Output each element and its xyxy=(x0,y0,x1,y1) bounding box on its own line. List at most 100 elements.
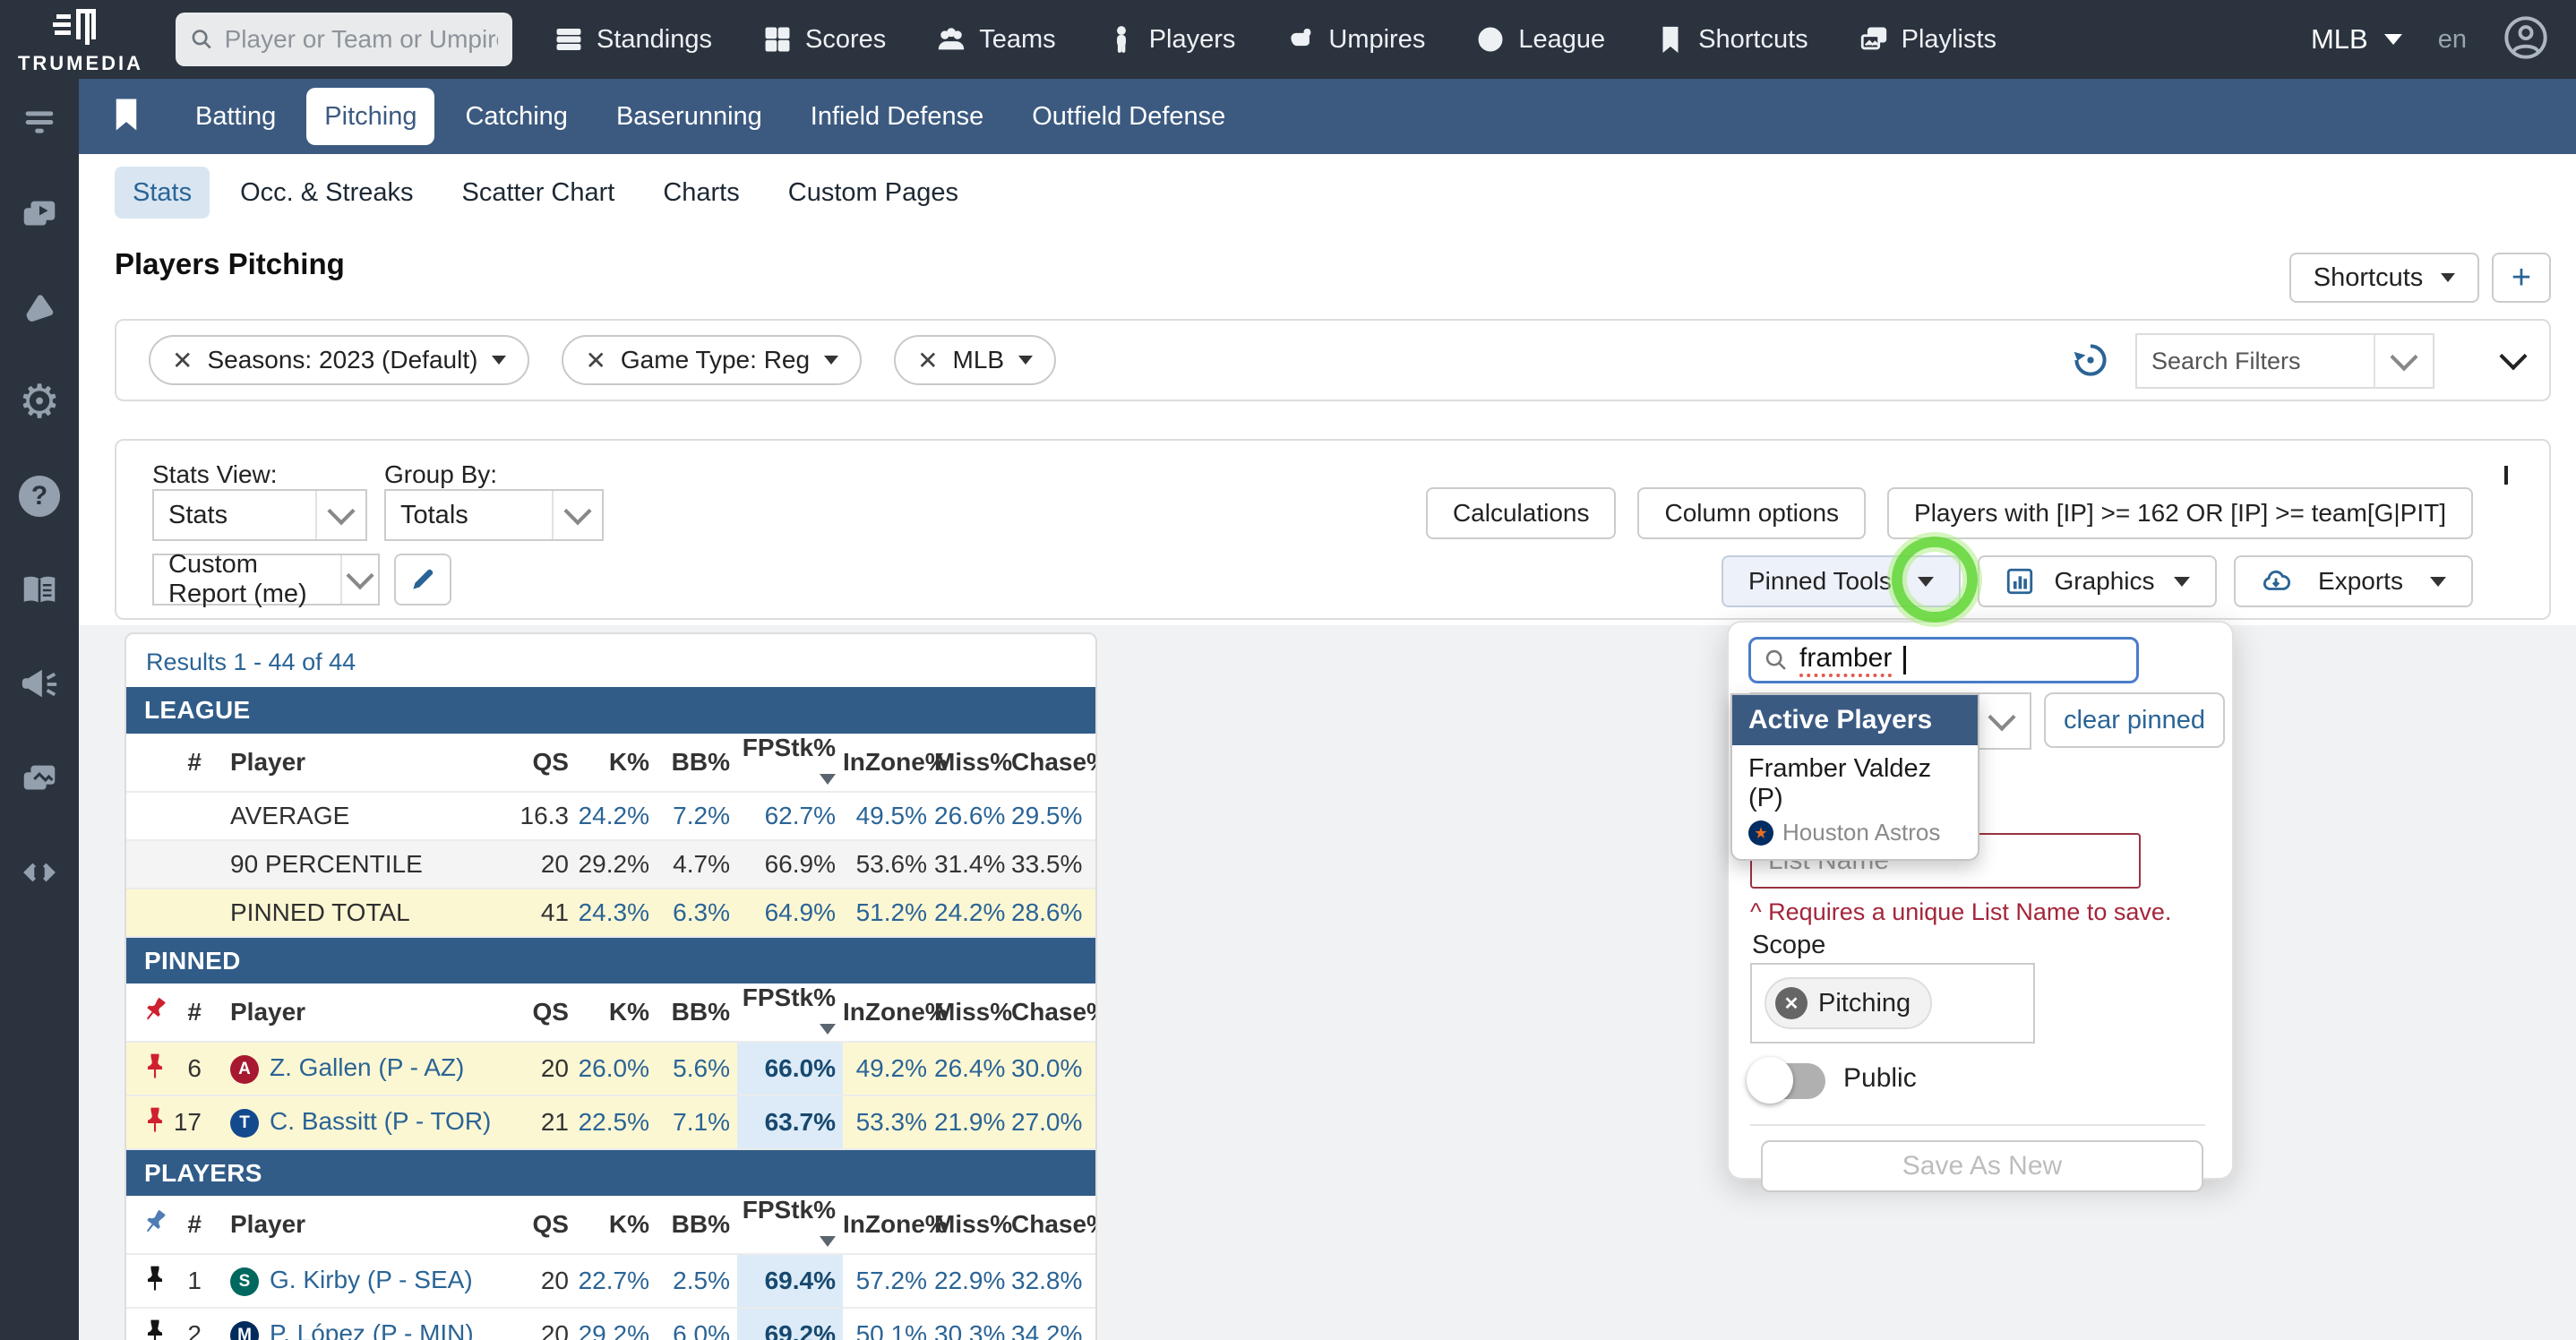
settings-gear-icon[interactable]: ⚙ xyxy=(18,381,61,424)
video-playlists-icon[interactable] xyxy=(18,193,61,236)
column-header-player[interactable]: Player xyxy=(209,734,495,792)
filter-chip-game-type[interactable]: ✕ Game Type: Reg xyxy=(562,335,862,385)
pushpin-icon xyxy=(141,1052,169,1080)
unpin-button[interactable] xyxy=(126,1095,167,1149)
column-header-chase[interactable]: Chase% xyxy=(1011,734,1097,792)
shortcuts-dropdown[interactable]: Shortcuts xyxy=(2289,253,2479,303)
pin-button[interactable] xyxy=(126,1254,167,1308)
global-search[interactable] xyxy=(176,13,512,66)
player-cell: MP. López (P - MIN) xyxy=(209,1308,495,1340)
column-header-fpstk[interactable]: FPStk% xyxy=(737,734,843,792)
player-link[interactable]: Z. Gallen (P - AZ) xyxy=(270,1053,464,1081)
column-header-row: # Player QS K% BB% FPStk% InZone% Miss% … xyxy=(126,1196,1097,1254)
column-header-rank[interactable]: # xyxy=(167,734,209,792)
chevron-down-icon xyxy=(2174,577,2190,587)
stats-table: LEAGUE # Player QS K% BB% FPStk% InZone%… xyxy=(126,687,1097,1340)
group-by-select[interactable]: Totals xyxy=(384,489,604,541)
account-menu[interactable] xyxy=(2503,14,2549,65)
table-row-bassitt: 17 TC. Bassitt (P - TOR) 21 22.5% 7.1% 6… xyxy=(126,1095,1097,1149)
chevron-down-icon xyxy=(492,356,506,365)
column-header-qs[interactable]: QS xyxy=(495,734,576,792)
tab-batting[interactable]: Batting xyxy=(177,88,294,145)
tab-baserunning[interactable]: Baserunning xyxy=(598,88,780,145)
team-logo: A xyxy=(230,1055,259,1084)
announcements-megaphone-icon[interactable] xyxy=(18,663,61,706)
page-title: Players Pitching xyxy=(115,247,345,281)
collapse-filters-button[interactable] xyxy=(2495,342,2531,378)
filter-chip-label: Game Type: Reg xyxy=(621,346,810,374)
language-selector[interactable]: en xyxy=(2438,25,2467,55)
remove-filter-icon[interactable]: ✕ xyxy=(172,346,193,375)
remove-filter-icon[interactable]: ✕ xyxy=(917,346,938,375)
trumedia-logo[interactable]: TRUMEDIA xyxy=(0,4,161,75)
filter-history-icon[interactable] xyxy=(2071,340,2110,380)
column-header-bb[interactable]: BB% xyxy=(657,734,737,792)
team-logo: T xyxy=(230,1109,259,1138)
tab-custom-pages[interactable]: Custom Pages xyxy=(770,167,976,219)
search-filters-input[interactable] xyxy=(2137,348,2374,375)
field-icon[interactable] xyxy=(18,287,61,330)
graphics-dropdown[interactable]: Graphics xyxy=(1978,555,2217,607)
media-gallery-icon[interactable] xyxy=(18,757,61,800)
tab-infield-defense[interactable]: Infield Defense xyxy=(793,88,1001,145)
column-header-miss[interactable]: Miss% xyxy=(934,734,1011,792)
collapse-controls-button[interactable] xyxy=(2504,466,2508,482)
nav-playlists[interactable]: Playlists xyxy=(1859,24,1996,55)
player-link[interactable]: P. López (P - MIN) xyxy=(270,1319,474,1340)
pin-button[interactable] xyxy=(126,1308,167,1340)
suggestion-framber-valdez[interactable]: Framber Valdez (P) ★ Houston Astros xyxy=(1732,745,1978,859)
filter-chip-league[interactable]: ✕ MLB xyxy=(894,335,1056,385)
stats-view-select[interactable]: Stats xyxy=(152,489,367,541)
player-cell: T C. Bassitt (P - TOR) xyxy=(209,1095,495,1149)
column-options-button[interactable]: Column options xyxy=(1637,487,1866,539)
glossary-book-icon[interactable] xyxy=(18,569,61,612)
column-header-inzone[interactable]: InZone% xyxy=(843,734,934,792)
calculations-button[interactable]: Calculations xyxy=(1426,487,1617,539)
pinned-tools-dropdown[interactable]: Pinned Tools xyxy=(1722,555,1961,607)
edit-report-button[interactable] xyxy=(394,554,451,606)
column-header-k[interactable]: K% xyxy=(576,734,657,792)
search-filters-dropdown[interactable] xyxy=(2374,335,2433,387)
filters-icon[interactable] xyxy=(18,99,61,142)
filter-expression-button[interactable]: Players with [IP] >= 162 OR [IP] >= team… xyxy=(1887,487,2473,539)
add-shortcut-button[interactable]: + xyxy=(2492,253,2551,303)
filter-chip-seasons[interactable]: ✕ Seasons: 2023 (Default) xyxy=(149,335,529,385)
player-link[interactable]: C. Bassitt (P - TOR) xyxy=(270,1107,491,1135)
exports-dropdown[interactable]: Exports xyxy=(2234,555,2473,607)
global-search-input[interactable] xyxy=(225,25,498,54)
save-as-new-button[interactable]: Save As New xyxy=(1761,1140,2203,1192)
tab-catching[interactable]: Catching xyxy=(447,88,585,145)
public-toggle[interactable] xyxy=(1750,1063,1825,1099)
tab-charts[interactable]: Charts xyxy=(645,167,757,219)
bookmark-page-icon[interactable] xyxy=(113,97,140,137)
nav-umpires[interactable]: Umpires xyxy=(1285,24,1425,55)
report-select[interactable]: Custom Report (me) xyxy=(152,554,380,606)
tab-scatter-chart[interactable]: Scatter Chart xyxy=(443,167,632,219)
remove-scope-icon[interactable]: ✕ xyxy=(1775,987,1807,1019)
popup-player-search[interactable]: framber xyxy=(1748,637,2139,683)
league-selector[interactable]: MLB xyxy=(2311,23,2402,56)
tab-occ-streaks[interactable]: Occ. & Streaks xyxy=(222,167,431,219)
pushpin-icon xyxy=(135,989,176,1029)
help-icon[interactable]: ? xyxy=(18,475,61,518)
remove-filter-icon[interactable]: ✕ xyxy=(585,346,605,375)
clear-pinned-button[interactable]: clear pinned xyxy=(2044,692,2225,748)
pin-column-header[interactable] xyxy=(126,984,167,1042)
nav-teams[interactable]: Teams xyxy=(936,24,1055,55)
nav-shortcuts[interactable]: Shortcuts xyxy=(1655,24,1808,55)
nav-scores[interactable]: Scores xyxy=(762,24,886,55)
unpin-button[interactable] xyxy=(126,1042,167,1095)
player-link[interactable]: G. Kirby (P - SEA) xyxy=(270,1266,473,1293)
divider xyxy=(1750,1124,2205,1126)
nav-players[interactable]: Players xyxy=(1106,24,1236,55)
embed-code-icon[interactable] xyxy=(18,851,61,894)
team-logo-astros: ★ xyxy=(1748,820,1773,846)
pin-column-header[interactable] xyxy=(126,1196,167,1254)
controls-row-1: Calculations Column options Players with… xyxy=(1426,487,2473,539)
nav-league[interactable]: League xyxy=(1475,24,1605,55)
tab-pitching[interactable]: Pitching xyxy=(306,88,434,145)
report-value: Custom Report (me) xyxy=(168,550,340,609)
nav-standings[interactable]: Standings xyxy=(554,24,712,55)
tab-outfield-defense[interactable]: Outfield Defense xyxy=(1014,88,1243,145)
tab-stats[interactable]: Stats xyxy=(115,167,210,219)
